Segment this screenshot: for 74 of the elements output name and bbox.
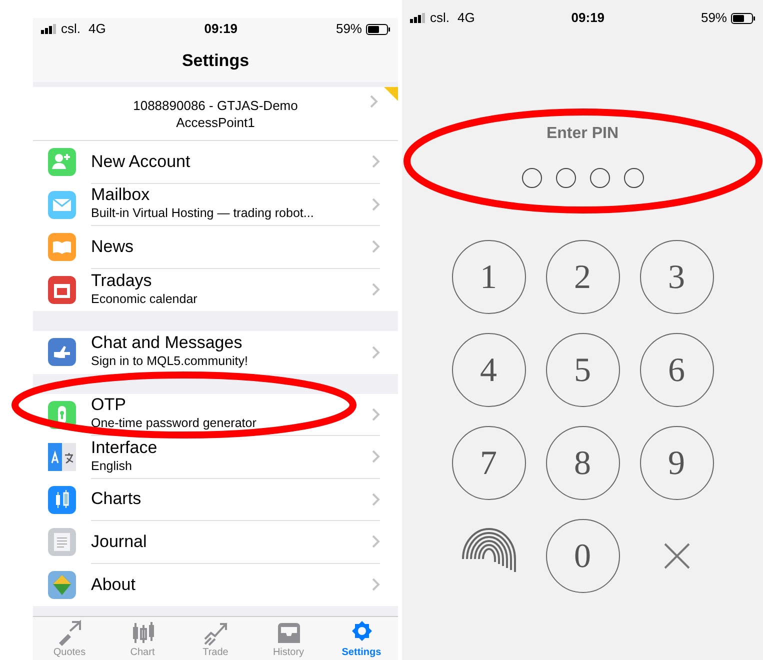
screen-title: Settings (182, 50, 250, 72)
settings-row[interactable]: Chat and Messages Sign in to MQL5.community! (33, 331, 398, 374)
chevron-icon (372, 155, 380, 168)
settings-row[interactable]: Charts (33, 478, 398, 521)
item-icon (48, 148, 76, 176)
battery-icon (366, 24, 390, 34)
clock-text: 09:19 (204, 20, 238, 38)
enter-pin-prompt: Enter PIN (546, 124, 618, 144)
signal-icon (41, 24, 57, 34)
network-text: 4G (88, 20, 106, 38)
row-title: Chat and Messages (91, 334, 244, 352)
battery-text: 59% (700, 9, 727, 28)
settings-row[interactable]: News (33, 226, 398, 268)
digit-key[interactable]: 7 (452, 426, 526, 500)
row-subtitle: One-time password generator (91, 415, 256, 432)
row-title: Journal (91, 532, 147, 551)
battery-icon (731, 12, 755, 24)
digit-key[interactable]: 9 (640, 426, 714, 500)
server-text: AccessPoint1 (176, 114, 255, 130)
item-icon (48, 276, 76, 304)
digit-key[interactable]: 1 (452, 240, 526, 314)
row-subtitle: Built-in Virtual Hosting — trading robot... (91, 205, 314, 222)
digit-key[interactable]: 6 (640, 333, 714, 407)
item-icon (48, 528, 76, 556)
item-icon (48, 233, 76, 262)
row-title: Charts (91, 490, 142, 508)
chevron-icon (372, 535, 380, 548)
chevron-icon (372, 578, 380, 592)
row-title: New Account (91, 152, 190, 171)
item-icon (48, 486, 76, 514)
row-subtitle: Sign in to MQL5.community! (91, 353, 248, 370)
row-title: OTP (91, 396, 127, 414)
settings-row[interactable]: About (33, 564, 398, 606)
digit-key[interactable]: 8 (546, 426, 620, 500)
digit-key[interactable]: 4 (452, 333, 526, 407)
settings-row[interactable]: Mailbox Built-in Virtual Hosting — trading robot... (33, 184, 398, 226)
digit-key[interactable]: 2 (546, 240, 620, 314)
row-title: Interface (91, 438, 158, 457)
chevron-icon (372, 408, 380, 421)
carrier-text: csl. (430, 9, 450, 28)
settings-row[interactable]: Tradays Economic calendar (33, 268, 398, 311)
settings-row[interactable]: New Account (33, 141, 398, 184)
row-title: News (91, 238, 134, 256)
tab[interactable]: Settings (325, 617, 398, 660)
carrier-text: csl. (61, 20, 80, 38)
row-subtitle: English (91, 458, 133, 475)
settings-row[interactable]: OTP One-time password generator (33, 394, 398, 436)
settings-row[interactable]: Journal (33, 521, 398, 564)
digit-key[interactable]: 5 (546, 333, 620, 407)
network-text: 4G (458, 9, 475, 28)
battery-text: 59% (336, 20, 362, 38)
chevron-icon (372, 198, 380, 211)
row-title: Tradays (91, 272, 153, 290)
chevron-icon (372, 492, 380, 506)
item-icon (48, 443, 76, 472)
item-icon (48, 190, 76, 219)
clock-text: 09:19 (571, 9, 605, 28)
item-icon (48, 570, 76, 599)
account-number-text: 1088890086 - GTJAS-Demo (133, 96, 298, 114)
item-icon (48, 338, 76, 366)
digit-key[interactable]: 0 (546, 519, 620, 593)
chevron-icon (372, 346, 380, 359)
account-row[interactable]: 1088890086 - GTJAS-Demo AccessPoint1 (33, 87, 398, 141)
chevron-icon (372, 283, 380, 296)
signal-icon (410, 13, 426, 23)
chevron-icon (370, 95, 378, 108)
chevron-icon (372, 450, 380, 464)
chevron-icon (372, 240, 380, 254)
digit-key[interactable]: 3 (640, 240, 714, 314)
row-title: Mailbox (91, 186, 151, 204)
row-title: About (91, 576, 136, 594)
settings-row[interactable]: Interface English (33, 436, 398, 478)
close-icon (662, 542, 690, 570)
row-subtitle: Economic calendar (91, 290, 198, 308)
